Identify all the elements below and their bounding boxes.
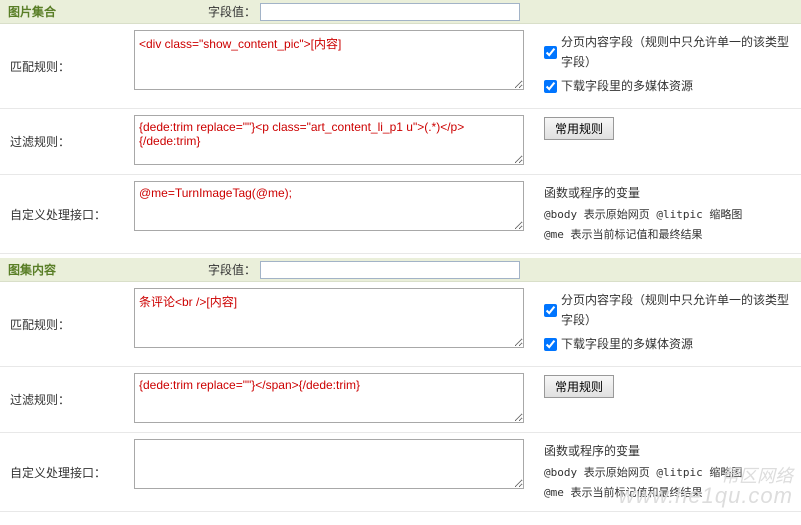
filter-rule-row: 过滤规则： 常用规则 (0, 367, 801, 433)
custom-handler-row: 自定义处理接口： 函数或程序的变量 @body 表示原始网页 @litpic 缩… (0, 175, 801, 254)
section-title: 图集内容 (8, 261, 208, 278)
section-gallery-content: 图集内容 字段值： 匹配规则： 分页内容字段（规则中只允许单一的该类型字段） 下… (0, 258, 801, 512)
match-rule-row: 匹配规则： 分页内容字段（规则中只允许单一的该类型字段） 下载字段里的多媒体资源 (0, 24, 801, 109)
field-value-label: 字段值： (208, 3, 256, 20)
field-value-input[interactable] (260, 3, 520, 21)
download-media-checkbox[interactable] (544, 80, 557, 93)
common-rules-button[interactable]: 常用规则 (544, 375, 614, 398)
download-media-label: 下载字段里的多媒体资源 (561, 76, 693, 96)
help-line: @body 表示原始网页 @litpic 缩略图 (544, 205, 791, 225)
filter-rule-textarea[interactable] (134, 115, 524, 165)
custom-handler-row: 自定义处理接口： 函数或程序的变量 @body 表示原始网页 @litpic 缩… (0, 433, 801, 512)
custom-handler-textarea[interactable] (134, 439, 524, 489)
field-value-label: 字段值： (208, 261, 256, 278)
custom-handler-label: 自定义处理接口： (0, 433, 130, 511)
help-line: @me 表示当前标记值和最终结果 (544, 225, 791, 245)
paging-field-checkbox[interactable] (544, 304, 557, 317)
filter-rule-label: 过滤规则： (0, 109, 130, 174)
section-title: 图片集合 (8, 3, 208, 20)
paging-field-label: 分页内容字段（规则中只允许单一的该类型字段） (561, 290, 791, 330)
match-rule-textarea[interactable] (134, 30, 524, 90)
match-rule-label: 匹配规则： (0, 282, 130, 366)
download-media-checkbox[interactable] (544, 338, 557, 351)
help-heading: 函数或程序的变量 (544, 183, 791, 203)
section-image-collection: 图片集合 字段值： 匹配规则： 分页内容字段（规则中只允许单一的该类型字段） 下… (0, 0, 801, 254)
filter-rule-label: 过滤规则： (0, 367, 130, 432)
custom-handler-label: 自定义处理接口： (0, 175, 130, 253)
filter-rule-textarea[interactable] (134, 373, 524, 423)
section-header: 图集内容 字段值： (0, 258, 801, 282)
paging-field-label: 分页内容字段（规则中只允许单一的该类型字段） (561, 32, 791, 72)
help-heading: 函数或程序的变量 (544, 441, 791, 461)
download-media-label: 下载字段里的多媒体资源 (561, 334, 693, 354)
help-line: @me 表示当前标记值和最终结果 (544, 483, 791, 503)
section-header: 图片集合 字段值： (0, 0, 801, 24)
filter-rule-row: 过滤规则： 常用规则 (0, 109, 801, 175)
match-rule-textarea[interactable] (134, 288, 524, 348)
custom-handler-textarea[interactable] (134, 181, 524, 231)
common-rules-button[interactable]: 常用规则 (544, 117, 614, 140)
field-value-input[interactable] (260, 261, 520, 279)
match-rule-label: 匹配规则： (0, 24, 130, 108)
help-line: @body 表示原始网页 @litpic 缩略图 (544, 463, 791, 483)
match-rule-row: 匹配规则： 分页内容字段（规则中只允许单一的该类型字段） 下载字段里的多媒体资源 (0, 282, 801, 367)
paging-field-checkbox[interactable] (544, 46, 557, 59)
